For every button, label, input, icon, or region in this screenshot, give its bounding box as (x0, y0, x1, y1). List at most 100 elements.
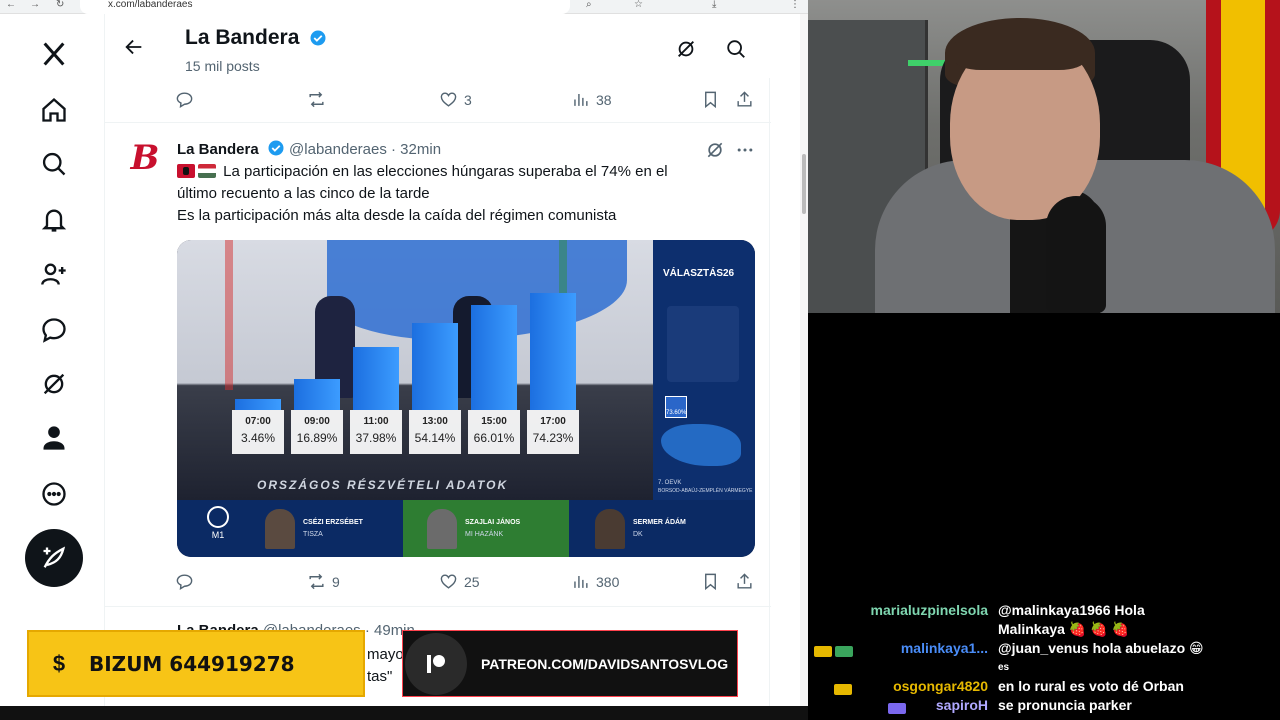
repost-button[interactable]: 9 (307, 572, 340, 591)
share-icon (737, 91, 752, 107)
like-button[interactable]: 25 (439, 572, 480, 591)
notifications-bell-icon[interactable] (36, 202, 72, 238)
tweet-media-image[interactable]: 07:00 3.46% 09:00 16.89% 11:00 37.98% 13:00 54.… (177, 240, 755, 557)
region-code: 7. OEVK (658, 480, 682, 486)
grok-icon[interactable] (36, 366, 72, 402)
bar-time-label: 11:00 (363, 416, 389, 427)
timeline: La Bandera 15 mil posts 3 38 B La Bander… (104, 14, 771, 706)
home-icon[interactable] (36, 92, 72, 128)
chart-caption: ORSZÁGOS RÉSZVÉTELI ADATOK (257, 478, 509, 492)
tweet-handle[interactable]: @labanderaes (289, 141, 387, 158)
albania-flag-icon (177, 164, 195, 178)
chat-username[interactable]: osgongar4820 (893, 677, 988, 696)
profile-header: La Bandera 15 mil posts (105, 14, 771, 78)
bookmark-star-icon[interactable]: ☆ (634, 0, 643, 10)
tweet-author-name[interactable]: La Bandera (177, 141, 259, 158)
turnout-bar-label: 17:00 74.23% (527, 410, 579, 454)
candidate-3: SERMER ÁDÁM DK (595, 500, 686, 557)
zoom-icon[interactable]: ⌕ (586, 0, 592, 10)
prev-tweet-actions: 3 38 (175, 90, 755, 114)
region-name: BORSOD-ABAÚJ-ZEMPLÉN VÁRMEGYE (658, 488, 753, 494)
la-bandera-logo: B (130, 138, 160, 178)
turnout-bar-09:00 (294, 379, 340, 410)
patreon-logo-icon (405, 632, 467, 695)
streamer-hair-top (955, 20, 1085, 70)
views-button[interactable]: 380 (571, 572, 619, 591)
region-map (661, 424, 741, 466)
sub-badge-icon (834, 684, 852, 695)
reload-icon[interactable]: ↻ (56, 0, 64, 10)
bookmark-button[interactable] (701, 572, 720, 591)
chat-badges (888, 700, 909, 719)
views-button[interactable]: 38 (571, 90, 612, 109)
back-arrow-icon[interactable] (123, 36, 145, 58)
back-nav-icon[interactable]: ← (6, 0, 16, 10)
tweet-header: La Bandera @labanderaes · 32min (177, 139, 441, 158)
chat-username[interactable]: malinkaya1... (901, 639, 988, 658)
taskbar-strip (0, 706, 808, 720)
reply-button[interactable] (175, 90, 194, 109)
bizum-donation-banner: $ BIZUM 644919278 (27, 630, 365, 697)
bar-value-label: 74.23% (532, 431, 574, 445)
turnout-bar-13:00 (412, 323, 458, 410)
turnout-bar-label: 11:00 37.98% (350, 410, 402, 454)
profile-icon[interactable] (36, 420, 72, 456)
x-logo-icon[interactable] (36, 36, 72, 72)
bar-time-label: 17:00 (540, 416, 566, 427)
turnout-bar-07:00 (235, 399, 281, 410)
grok-header-icon[interactable] (675, 38, 697, 60)
search-icon[interactable] (36, 146, 72, 182)
chat-username[interactable]: sapiroH (936, 696, 988, 715)
download-icon[interactable]: ⤓ (712, 0, 716, 10)
views-chart-icon (574, 93, 588, 106)
tweet-divider (105, 606, 771, 607)
reply-button[interactable] (175, 572, 194, 591)
grok-tweet-icon[interactable] (705, 140, 725, 160)
x-sidebar (0, 14, 104, 706)
browser-menu-icon[interactable]: ⋮ (790, 0, 800, 10)
more-options-icon[interactable] (36, 476, 72, 512)
scrollbar-thumb[interactable] (802, 154, 806, 214)
sign-language-interpreter (667, 306, 739, 382)
search-header-icon[interactable] (725, 38, 747, 60)
forward-nav-icon[interactable]: → (30, 0, 40, 10)
next-tweet-text-peek: mayo (367, 646, 404, 663)
repost-button[interactable] (307, 90, 326, 109)
views-chart-icon (574, 575, 588, 588)
turnout-bar-label: 15:00 66.01% (468, 410, 520, 454)
messages-bubble-icon[interactable] (36, 312, 72, 348)
avatar[interactable]: B (125, 138, 165, 178)
verified-badge-icon (268, 140, 284, 156)
page-scrollbar[interactable] (800, 14, 808, 706)
browser-toolbar: ← → ↻ x.com/labanderaes ⌕ ☆ ⤓ ⋮ (0, 0, 808, 14)
address-bar[interactable]: x.com/labanderaes (80, 0, 570, 14)
compose-post-button[interactable] (25, 529, 83, 587)
follow-user-icon[interactable] (36, 256, 72, 292)
bookmark-button[interactable] (701, 90, 720, 109)
sub-badge-icon (814, 646, 832, 657)
tweet-divider (105, 122, 771, 123)
reply-icon (176, 92, 193, 108)
chat-username[interactable]: marialuzpinelsola (871, 601, 988, 620)
candidate-photo (265, 508, 295, 549)
tweet-more-icon[interactable] (735, 140, 755, 160)
bookmark-icon (705, 91, 716, 109)
bar-value-label: 16.89% (296, 431, 338, 445)
heart-icon (440, 574, 457, 589)
share-button[interactable] (735, 572, 754, 591)
bar-value-label: 3.46% (240, 431, 276, 445)
bar-time-label: 09:00 (304, 416, 330, 427)
like-button[interactable]: 3 (439, 90, 472, 109)
tweet-time[interactable]: · 32min (391, 141, 441, 158)
candidate-strip: M1 CSÉZI ERZSÉBET TISZA SZAJLAI JÁNOS MI H… (177, 500, 755, 557)
m1-channel-logo: M1 (207, 506, 229, 540)
turnout-bar-17:00 (530, 293, 576, 410)
share-icon (737, 573, 752, 589)
turnout-bar-label: 07:00 3.46% (232, 410, 284, 454)
bar-value-label: 37.98% (355, 431, 397, 445)
candidate-2: SZAJLAI JÁNOS MI HAZÁNK (403, 500, 569, 557)
broadcast-brand: VÁLASZTÁS26 (663, 268, 735, 279)
turnout-bar-label: 09:00 16.89% (291, 410, 343, 454)
compose-feather-icon (43, 546, 66, 568)
share-button[interactable] (735, 90, 754, 109)
